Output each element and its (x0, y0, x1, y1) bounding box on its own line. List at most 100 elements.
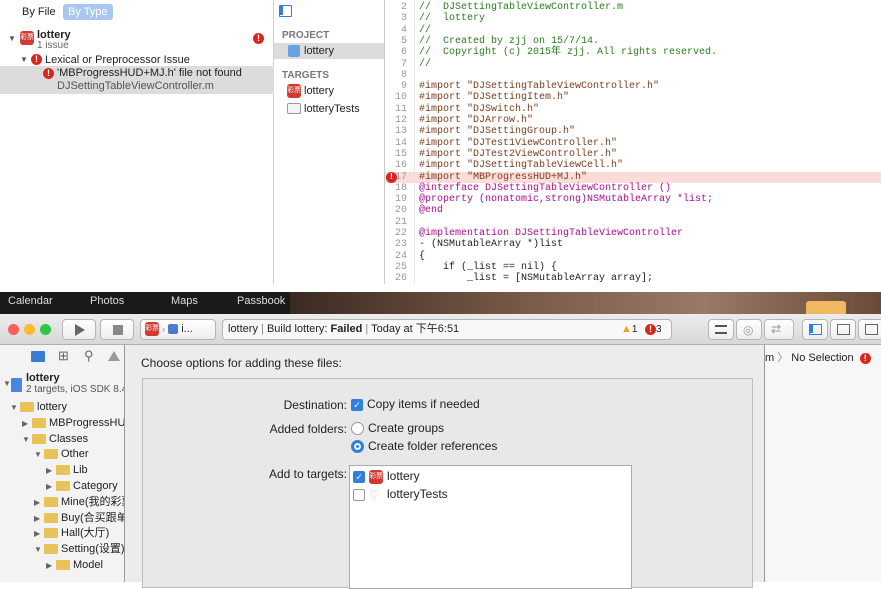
issue-category-row[interactable]: ▼ ! Lexical or Preprocessor Issue (0, 53, 274, 67)
code-line[interactable]: 23 - (NSMutableArray *)list (385, 239, 881, 250)
create-folder-references-label: Create folder references (368, 439, 498, 453)
disclosure-closed-icon[interactable]: ▶ (34, 511, 44, 527)
target-lotterytests-row[interactable]: ♡ lotteryTests (353, 487, 448, 501)
error-icon[interactable]: ! (386, 171, 397, 183)
code-line[interactable]: 21 (385, 217, 881, 228)
zoom-window-button[interactable] (40, 324, 51, 335)
code-line[interactable]: 18 @interface DJSettingTableViewControlle… (385, 183, 881, 194)
nav-folder-row[interactable]: ▶ Category (46, 478, 118, 494)
project-item[interactable]: lottery (274, 43, 384, 59)
jump-bar[interactable]: m 〉 No Selection ! (765, 350, 881, 366)
jump-bar-file[interactable]: m (765, 352, 774, 364)
issue-item[interactable]: ! 'MBProgressHUD+MJ.h' file not found DJ… (0, 66, 274, 94)
checkbox-checked-icon[interactable]: ✓ (353, 470, 365, 483)
target-lottery-row[interactable]: ✓ 彩票 lottery (353, 469, 420, 484)
code-line[interactable]: 8 (385, 70, 881, 81)
disclosure-open-icon[interactable]: ▼ (20, 53, 30, 67)
nav-folder-row[interactable]: ▶ Model (46, 557, 103, 573)
desktop-wallpaper (290, 292, 881, 315)
scheme-label: i... (181, 323, 193, 335)
code-line[interactable]: 16 #import "DJSettingTableViewCell.h" (385, 160, 881, 171)
disclosure-closed-icon[interactable]: ▶ (34, 495, 44, 511)
disclosure-open-icon[interactable]: ▼ (34, 447, 44, 463)
tab-by-file[interactable]: By File (17, 4, 61, 20)
disclosure-open-icon[interactable]: ▼ (10, 400, 20, 416)
error-icon[interactable]: ! (859, 352, 871, 364)
tab-by-type[interactable]: By Type (63, 4, 113, 20)
disclosure-open-icon[interactable]: ▼ (22, 432, 32, 448)
code-line[interactable]: 20 @end (385, 205, 881, 216)
copy-items-checkbox[interactable]: ✓ Copy items if needed (351, 397, 480, 411)
checkbox-unchecked-icon[interactable] (353, 488, 365, 501)
code-text: // (419, 58, 432, 70)
assistant-editor-button[interactable]: ◎ (736, 319, 762, 340)
create-folder-references-radio[interactable]: Create folder references (351, 439, 498, 454)
disclosure-closed-icon[interactable]: ▶ (46, 479, 56, 495)
nav-folder-row[interactable]: ▶ Mine(我的彩票 (34, 494, 133, 510)
error-badge[interactable]: ! 3 (645, 320, 662, 339)
code-line[interactable]: 19 @property (nonatomic,strong)NSMutableA… (385, 194, 881, 205)
code-line[interactable]: 4 // (385, 25, 881, 36)
jump-bar-selection[interactable]: No Selection (791, 352, 853, 364)
disclosure-closed-icon[interactable]: ▶ (46, 558, 56, 574)
code-line[interactable]: 10 #import "DJSettingItem.h" (385, 92, 881, 103)
code-line[interactable]: 26 _list = [NSMutableArray array]; (385, 273, 881, 284)
debug-area-toggle-button[interactable] (830, 319, 856, 340)
disclosure-open-icon[interactable]: ▼ (34, 542, 44, 558)
create-groups-radio[interactable]: Create groups (351, 421, 444, 436)
code-line[interactable]: 25 if (_list == nil) { (385, 262, 881, 273)
code-text: #import "DJTest2ViewController.h" (419, 148, 618, 160)
code-line[interactable]: 14 #import "DJTest1ViewController.h" (385, 138, 881, 149)
code-editor[interactable]: 2 // DJSettingTableViewController.m 3 // lo… (385, 0, 881, 284)
warning-badge[interactable]: ▲1 (621, 320, 637, 339)
close-window-button[interactable] (8, 324, 19, 335)
target-item-lottery[interactable]: 彩票 lottery (274, 83, 384, 99)
search-icon[interactable]: ⚲ (84, 348, 94, 364)
warning-nav-icon[interactable] (108, 351, 120, 361)
stop-button[interactable] (100, 319, 134, 340)
utilities-toggle-button[interactable] (858, 319, 881, 340)
code-line[interactable]: 7 // (385, 59, 881, 70)
navigator-toggle-button[interactable] (802, 319, 828, 340)
nav-folder-row[interactable]: ▼ Classes (22, 431, 88, 447)
issue-project-row[interactable]: ▼ 彩票 lottery 1 issue ! (0, 28, 274, 51)
dock-item-maps[interactable]: Maps (171, 295, 198, 307)
code-line[interactable]: 17 #import "MBProgressHUD+MJ.h"! (385, 171, 881, 183)
nav-folder-row[interactable]: ▶ Lib (46, 462, 88, 478)
code-line[interactable]: 9 #import "DJSettingTableViewController.h… (385, 81, 881, 92)
dock-item-photos[interactable]: Photos (90, 295, 124, 307)
dock-item-calendar[interactable]: Calendar (8, 295, 53, 307)
run-button[interactable] (62, 319, 96, 340)
code-line[interactable]: 15 #import "DJTest2ViewController.h" (385, 149, 881, 160)
code-line[interactable]: 12 #import "DJArrow.h" (385, 115, 881, 126)
code-line[interactable]: 11 #import "DJSwitch.h" (385, 104, 881, 115)
nav-folder-row[interactable]: ▼ Setting(设置) (34, 541, 125, 557)
code-line[interactable]: 6 // Copyright (c) 2015年 zjj. All rights … (385, 47, 881, 58)
code-line[interactable]: 24 { (385, 251, 881, 262)
nav-project-row[interactable]: ▼ lottery 2 targets, iOS SDK 8.4 (0, 372, 127, 398)
code-line[interactable]: 3 // lottery (385, 13, 881, 24)
nav-folder-row[interactable]: ▼ Other (34, 446, 89, 462)
sidebar-toggle-icon[interactable] (279, 5, 292, 17)
symbol-nav-icon[interactable]: ⊞ (58, 348, 69, 364)
disclosure-closed-icon[interactable]: ▶ (46, 463, 56, 479)
code-line[interactable]: 2 // DJSettingTableViewController.m (385, 2, 881, 13)
dock-item-passbook[interactable]: Passbook (237, 295, 285, 307)
standard-editor-button[interactable] (708, 319, 734, 340)
xcode-toolbar: 彩票 › i... lottery | Build lottery: Faile… (0, 314, 881, 345)
nav-folder-row[interactable]: ▶ Hall(大厅) (34, 525, 109, 541)
scheme-selector[interactable]: 彩票 › i... (140, 319, 216, 340)
code-line[interactable]: 13 #import "DJSettingGroup.h" (385, 126, 881, 137)
code-line[interactable]: 5 // Created by zjj on 15/7/14. (385, 36, 881, 47)
disclosure-open-icon[interactable]: ▼ (8, 32, 18, 46)
nav-folder-row[interactable]: ▶ Buy(合买跟单 (34, 510, 128, 526)
disclosure-closed-icon[interactable]: ▶ (34, 526, 44, 542)
nav-folder-row[interactable]: ▼ lottery (10, 399, 67, 415)
minimize-window-button[interactable] (24, 324, 35, 335)
folder-nav-icon[interactable] (31, 351, 45, 362)
target-item-lotterytests[interactable]: lotteryTests (274, 101, 384, 117)
disclosure-closed-icon[interactable]: ▶ (22, 416, 32, 432)
nav-folder-row[interactable]: ▶ MBProgressHUD (22, 415, 133, 431)
version-editor-button[interactable]: ⇄ (764, 319, 794, 340)
code-line[interactable]: 22 @implementation DJSettingTableViewCont… (385, 228, 881, 239)
